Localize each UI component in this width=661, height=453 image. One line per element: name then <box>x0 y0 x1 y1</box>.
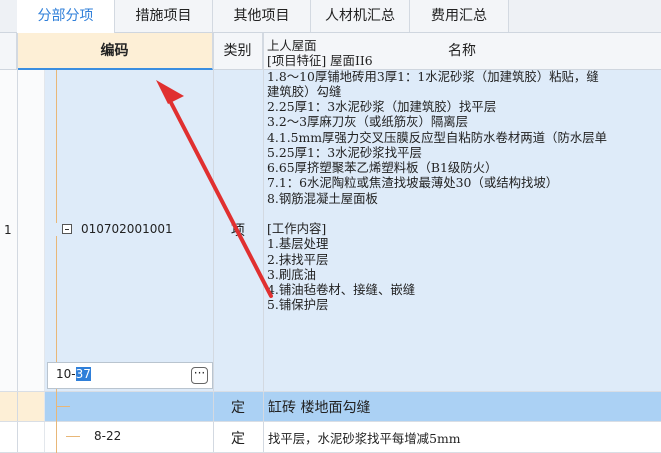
red-arrow-icon <box>156 80 273 298</box>
